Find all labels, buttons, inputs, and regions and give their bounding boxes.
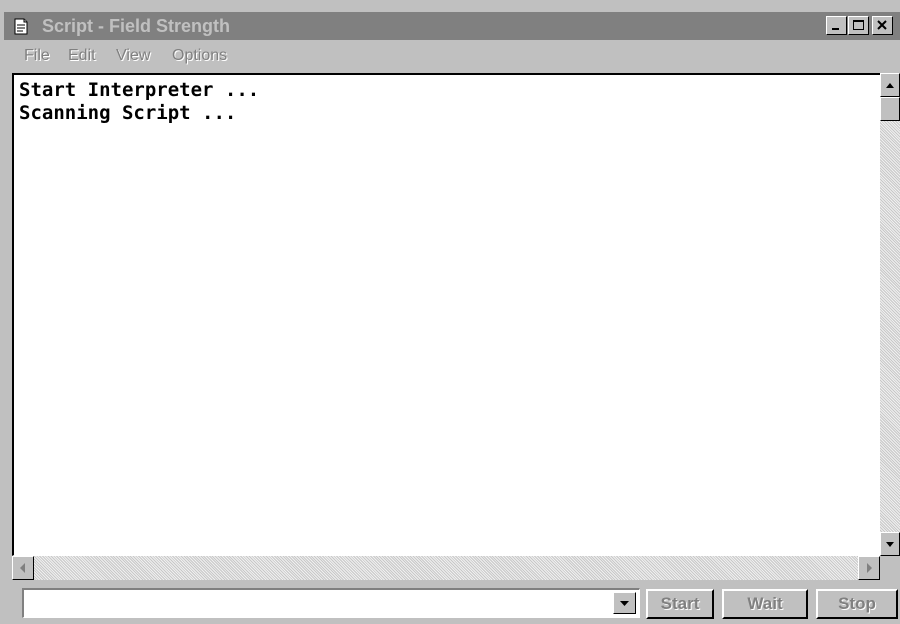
start-button[interactable]: Start (646, 589, 714, 619)
stop-button[interactable]: Stop (816, 589, 898, 619)
arrow-left-icon (20, 563, 25, 573)
close-button[interactable] (872, 16, 893, 35)
window-title: Script - Field Strength (42, 16, 231, 36)
close-icon (877, 20, 887, 30)
vertical-scroll-thumb[interactable] (880, 97, 900, 121)
wait-button[interactable]: Wait (722, 589, 808, 619)
scroll-right-button[interactable] (858, 556, 880, 580)
vertical-scrollbar[interactable] (880, 73, 900, 556)
minimize-icon (832, 28, 839, 30)
script-document-icon (14, 18, 28, 35)
arrow-down-icon (886, 542, 894, 547)
scrollbar-corner (880, 556, 900, 580)
output-line: Scanning Script ... (19, 102, 237, 124)
menu-bar: File Edit View Options (4, 42, 900, 70)
command-bar: Start Wait Stop (4, 580, 900, 624)
menu-options[interactable]: Options (172, 47, 227, 65)
menu-edit[interactable]: Edit (68, 47, 96, 65)
command-input[interactable] (26, 592, 606, 614)
maximize-button[interactable] (848, 16, 869, 35)
scroll-down-button[interactable] (880, 532, 900, 556)
script-window: Script - Field Strength File Edit View O… (0, 0, 900, 624)
command-combobox[interactable] (22, 588, 640, 618)
script-output-area[interactable]: Start Interpreter ... Scanning Script ..… (12, 73, 880, 556)
minimize-button[interactable] (826, 16, 847, 35)
maximize-icon (853, 20, 864, 30)
title-bar[interactable]: Script - Field Strength (4, 12, 900, 40)
combobox-dropdown-button[interactable] (613, 592, 636, 614)
scroll-up-button[interactable] (880, 73, 900, 97)
menu-file[interactable]: File (24, 47, 50, 65)
menu-view[interactable]: View (116, 47, 150, 65)
output-line: Start Interpreter ... (19, 79, 260, 101)
arrow-down-icon (620, 601, 629, 606)
arrow-right-icon (867, 563, 872, 573)
arrow-up-icon (886, 83, 894, 88)
horizontal-scrollbar[interactable] (12, 556, 880, 580)
scroll-left-button[interactable] (12, 556, 34, 580)
